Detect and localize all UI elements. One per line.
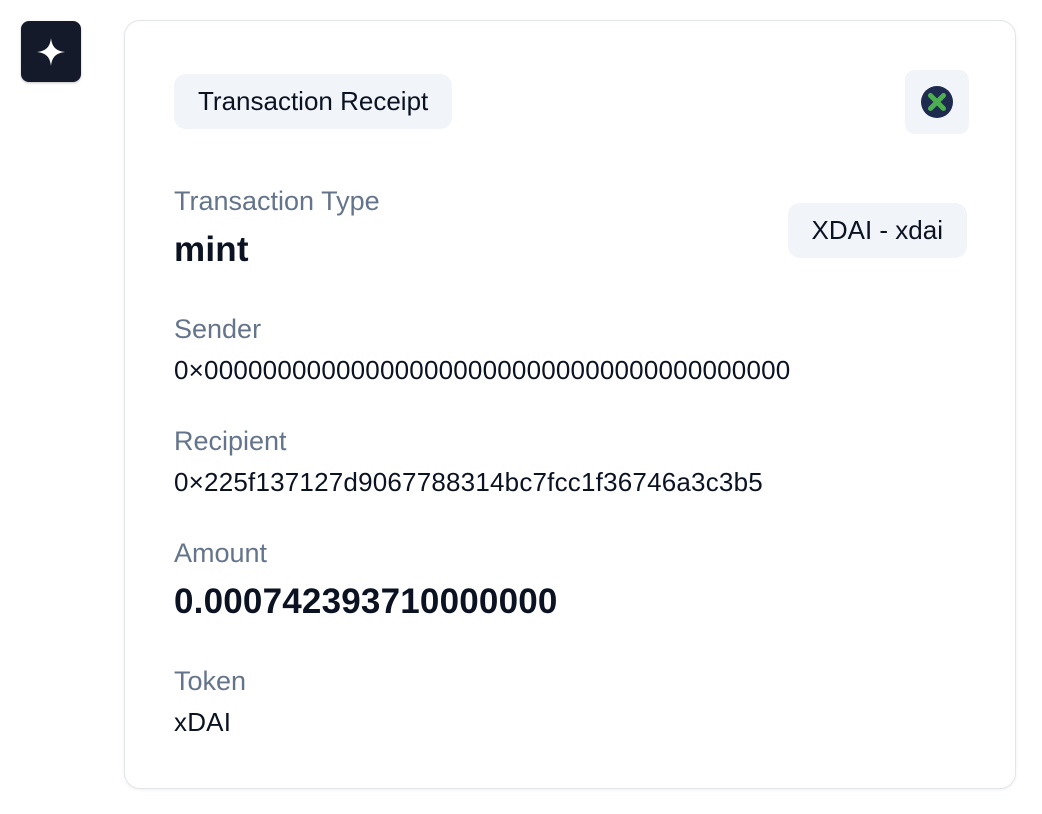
token-label: Token <box>174 666 247 696</box>
sender-label: Sender <box>174 314 262 344</box>
amount-value: 0.000742393710000000 <box>174 582 558 621</box>
network-badge: XDAI - xdai <box>787 203 967 258</box>
token-value: xDAI <box>174 707 232 737</box>
transaction-type-label: Transaction Type <box>174 186 380 216</box>
receipt-title: Transaction Receipt <box>174 74 453 129</box>
recipient-address: 0×225f137127d9067788314bc7fcc1f36746a3c3… <box>174 467 763 497</box>
transaction-type-value: mint <box>174 230 249 269</box>
app-logo-button[interactable] <box>21 21 81 82</box>
sender-address: 0×00000000000000000000000000000000000000… <box>174 355 791 385</box>
transaction-receipt-card: Transaction Receipt XDAI - xdai Transact… <box>124 20 1016 789</box>
close-icon <box>921 86 953 118</box>
recipient-label: Recipient <box>174 426 287 456</box>
close-button[interactable] <box>905 70 969 134</box>
sparkle-icon <box>37 37 65 66</box>
amount-label: Amount <box>174 538 268 568</box>
